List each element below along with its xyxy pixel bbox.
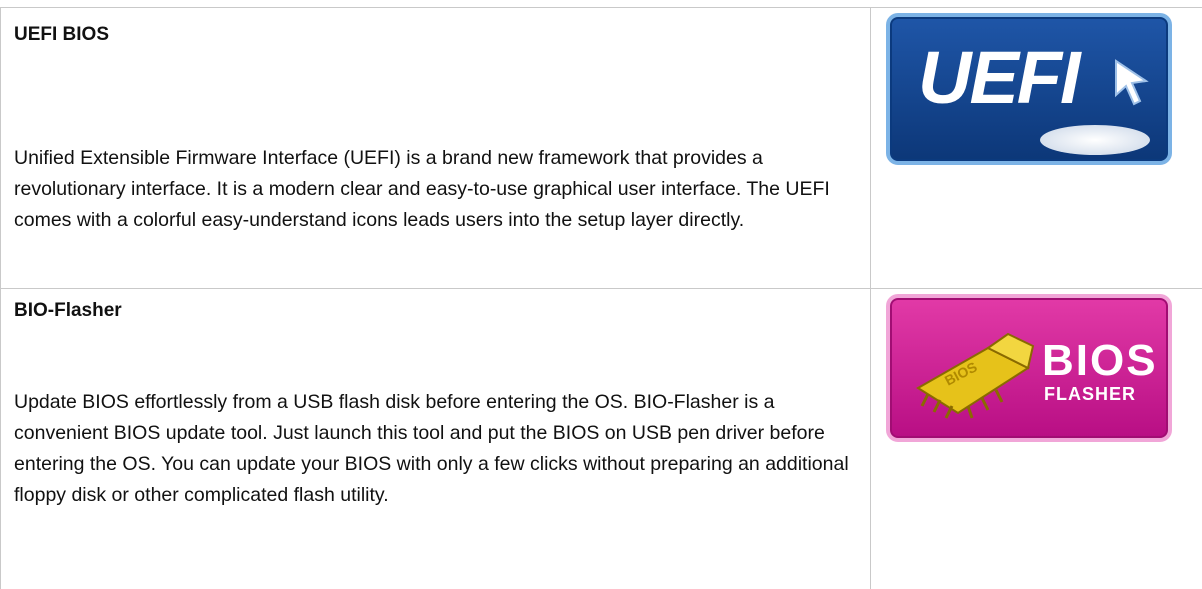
cursor-icon (1115, 59, 1149, 106)
feature-text-cell: UEFI BIOS Unified Extensible Firmware In… (0, 8, 871, 288)
feature-title: BIO-Flasher (14, 300, 122, 321)
feature-logo-cell: UEFI (871, 8, 1202, 288)
feature-description: Unified Extensible Firmware Interface (U… (14, 147, 830, 231)
feature-description: Update BIOS effortlessly from a USB flas… (14, 391, 849, 506)
feature-logo-cell: BIOS BIOS FLASHER (871, 288, 1202, 589)
flasher-logo-text: FLASHER (1044, 384, 1136, 404)
mouse-icon (1040, 125, 1150, 155)
bios-flasher-logo-icon: BIOS BIOS FLASHER (886, 294, 1172, 442)
usb-chip-icon: BIOS (916, 332, 1035, 419)
feature-text-cell: BIO-Flasher Update BIOS effortlessly fro… (0, 288, 871, 589)
uefi-logo-icon: UEFI (886, 13, 1172, 165)
uefi-logo-text: UEFI (918, 36, 1081, 119)
feature-table: UEFI BIOS Unified Extensible Firmware In… (0, 0, 1202, 589)
feature-row-bio-flasher: BIO-Flasher Update BIOS effortlessly fro… (0, 288, 1202, 589)
bios-logo-text: BIOS (1042, 336, 1158, 385)
feature-row-uefi: UEFI BIOS Unified Extensible Firmware In… (0, 7, 1202, 289)
feature-title: UEFI BIOS (14, 24, 110, 45)
